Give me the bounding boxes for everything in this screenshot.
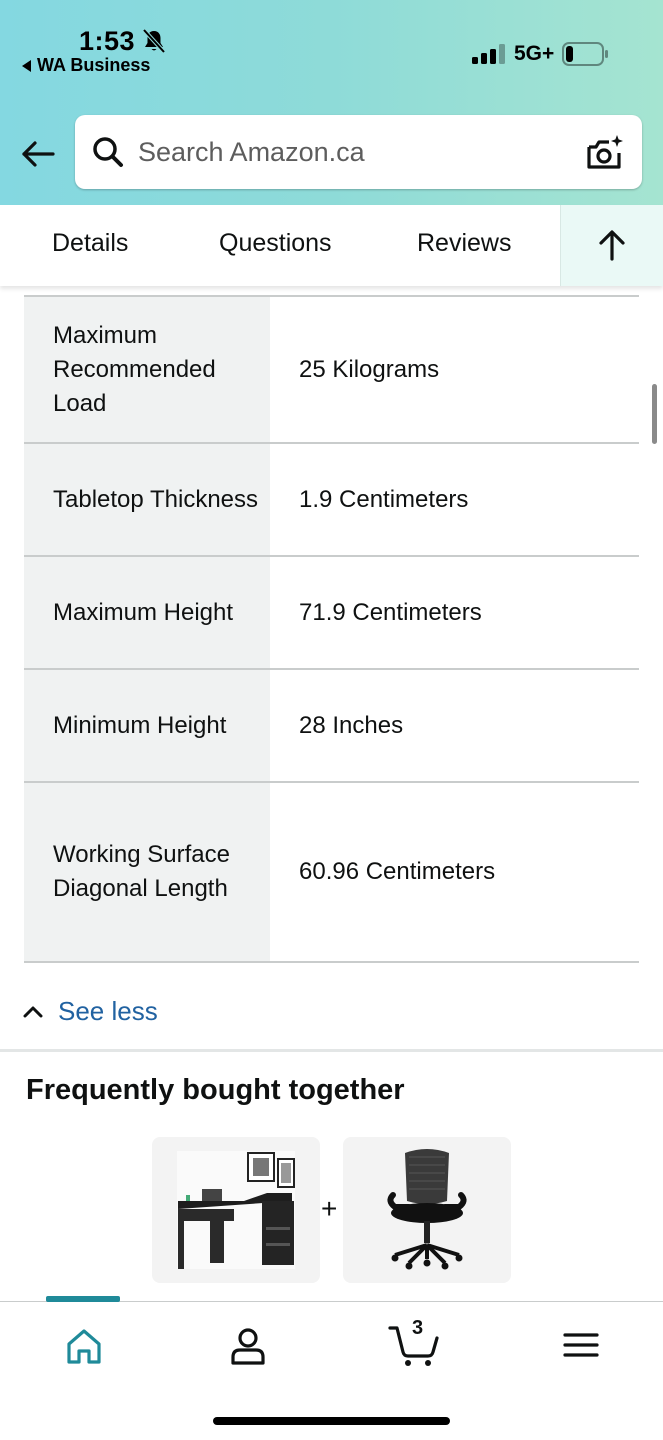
back-triangle-icon [22, 59, 31, 72]
tab-details[interactable]: Details [52, 229, 128, 258]
battery-icon [562, 42, 608, 66]
spec-key: Tabletop Thickness [24, 444, 270, 555]
camera-search-icon[interactable] [585, 133, 625, 173]
scroll-to-top-button[interactable] [560, 205, 663, 286]
spec-key: Minimum Height [24, 670, 270, 781]
chevron-up-icon [23, 1006, 43, 1017]
scrollbar[interactable] [652, 384, 657, 444]
back-to-app[interactable]: WA Business [22, 55, 150, 76]
home-indicator[interactable] [213, 1417, 450, 1425]
spec-value: 25 Kilograms [299, 355, 440, 383]
active-tab-indicator [46, 1296, 120, 1302]
tab-reviews[interactable]: Reviews [417, 229, 511, 258]
table-row: Maximum Height 71.9 Centimeters [24, 557, 639, 670]
product-thumbnail-chair[interactable] [343, 1137, 511, 1283]
bell-muted-icon [142, 28, 166, 54]
table-row: Maximum Recommended Load 25 Kilograms [24, 297, 639, 444]
section-title: Frequently bought together [26, 1074, 405, 1106]
back-arrow-icon[interactable] [20, 136, 56, 172]
table-row: Tabletop Thickness 1.9 Centimeters [24, 444, 639, 557]
plus-sign: + [321, 1193, 338, 1224]
search-bar[interactable] [75, 115, 642, 189]
menu-icon[interactable] [562, 1326, 602, 1366]
see-less-label: See less [58, 996, 158, 1026]
product-thumbnail-desk[interactable] [152, 1137, 320, 1283]
office-chair-image [387, 1149, 467, 1270]
section-divider [0, 1049, 663, 1052]
spec-key: Working Surface Diagonal Length [24, 783, 270, 961]
search-icon [93, 137, 123, 167]
spec-key: Maximum Height [24, 557, 270, 668]
network-type: 5G+ [514, 42, 555, 65]
spec-value: 71.9 Centimeters [299, 598, 482, 626]
table-row: Working Surface Diagonal Length 60.96 Ce… [24, 783, 639, 963]
status-time: 1:53 [79, 26, 136, 56]
home-icon[interactable] [64, 1326, 104, 1366]
spec-value: 60.96 Centimeters [299, 858, 496, 885]
arrow-up-icon [599, 230, 625, 261]
signal-icon [472, 44, 505, 64]
cart-count-badge: 3 [412, 1317, 424, 1339]
spec-key: Maximum Recommended Load [24, 297, 270, 442]
app-header: 1:53 WA Business 5G+ [0, 0, 663, 205]
l-shaped-desk-image [177, 1151, 295, 1269]
tab-questions[interactable]: Questions [219, 229, 332, 258]
back-app-label: WA Business [37, 55, 151, 75]
search-input[interactable] [138, 129, 568, 175]
spec-value: 1.9 Centimeters [299, 485, 469, 513]
account-icon[interactable] [228, 1326, 268, 1366]
section-tabs: Details Questions Reviews [0, 205, 663, 286]
table-row: Minimum Height 28 Inches [24, 670, 639, 783]
product-details-table: Maximum Recommended Load 25 Kilograms Ta… [24, 295, 639, 963]
see-less-link[interactable]: See less [22, 996, 158, 1027]
spec-value: 28 Inches [299, 711, 404, 739]
